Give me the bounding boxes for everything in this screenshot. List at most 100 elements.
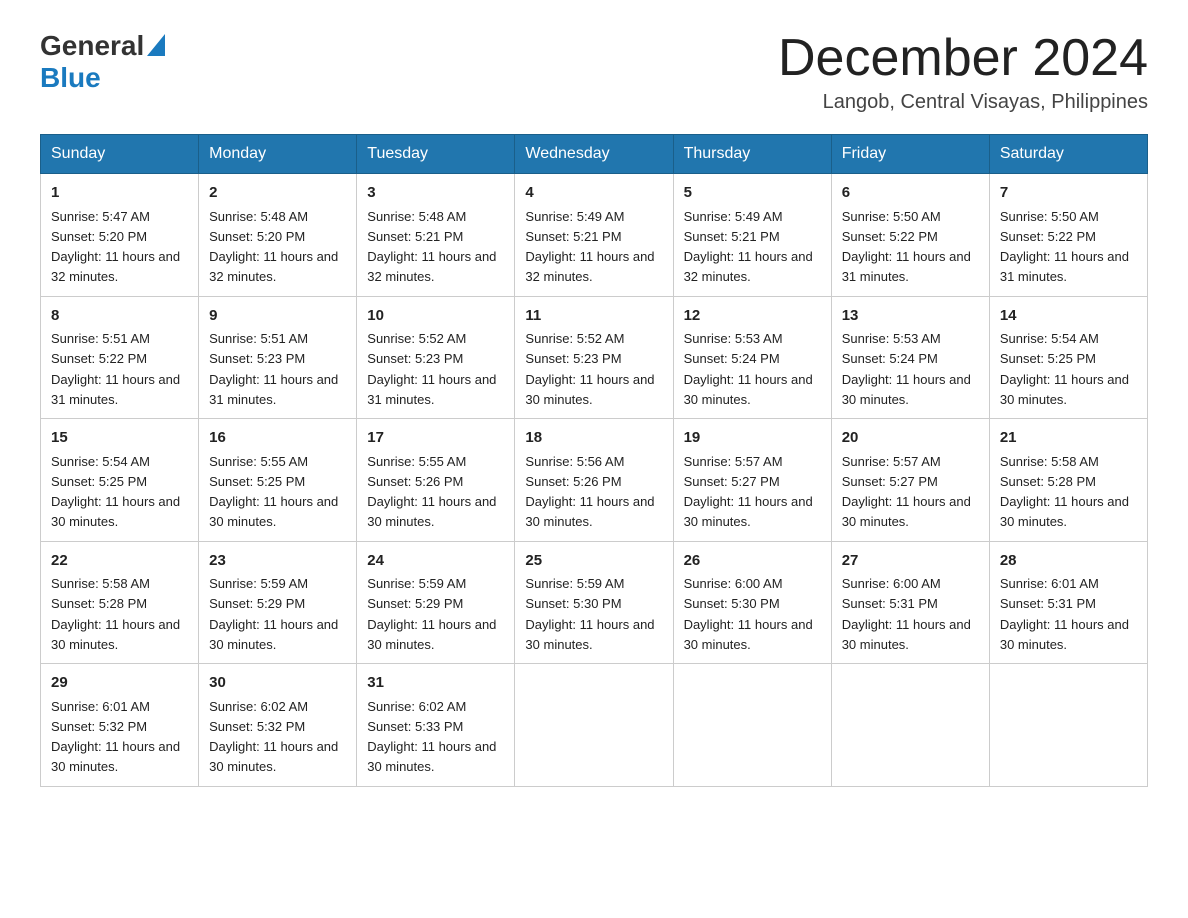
day-info: Sunrise: 5:54 AMSunset: 5:25 PMDaylight:… <box>51 454 180 530</box>
day-number: 14 <box>1000 305 1137 328</box>
calendar-week-row: 1 Sunrise: 5:47 AMSunset: 5:20 PMDayligh… <box>41 174 1148 297</box>
day-number: 17 <box>367 427 504 450</box>
day-number: 20 <box>842 427 979 450</box>
day-number: 25 <box>525 550 662 573</box>
calendar-cell: 21 Sunrise: 5:58 AMSunset: 5:28 PMDaylig… <box>989 419 1147 542</box>
day-number: 15 <box>51 427 188 450</box>
calendar-cell: 6 Sunrise: 5:50 AMSunset: 5:22 PMDayligh… <box>831 174 989 297</box>
day-info: Sunrise: 5:52 AMSunset: 5:23 PMDaylight:… <box>525 331 654 407</box>
day-number: 22 <box>51 550 188 573</box>
day-number: 9 <box>209 305 346 328</box>
calendar-header-row: SundayMondayTuesdayWednesdayThursdayFrid… <box>41 135 1148 174</box>
day-info: Sunrise: 5:56 AMSunset: 5:26 PMDaylight:… <box>525 454 654 530</box>
calendar-week-row: 29 Sunrise: 6:01 AMSunset: 5:32 PMDaylig… <box>41 664 1148 787</box>
location-title: Langob, Central Visayas, Philippines <box>778 91 1148 114</box>
calendar-cell: 30 Sunrise: 6:02 AMSunset: 5:32 PMDaylig… <box>199 664 357 787</box>
calendar-cell <box>989 664 1147 787</box>
day-number: 31 <box>367 672 504 695</box>
day-info: Sunrise: 5:49 AMSunset: 5:21 PMDaylight:… <box>525 209 654 285</box>
calendar-header-tuesday: Tuesday <box>357 135 515 174</box>
calendar-cell: 8 Sunrise: 5:51 AMSunset: 5:22 PMDayligh… <box>41 296 199 419</box>
day-info: Sunrise: 6:00 AMSunset: 5:31 PMDaylight:… <box>842 576 971 652</box>
day-number: 29 <box>51 672 188 695</box>
day-number: 28 <box>1000 550 1137 573</box>
day-info: Sunrise: 5:50 AMSunset: 5:22 PMDaylight:… <box>1000 209 1129 285</box>
logo-triangle-icon <box>147 34 165 56</box>
day-number: 23 <box>209 550 346 573</box>
day-info: Sunrise: 5:53 AMSunset: 5:24 PMDaylight:… <box>842 331 971 407</box>
day-info: Sunrise: 5:55 AMSunset: 5:25 PMDaylight:… <box>209 454 338 530</box>
calendar-cell: 12 Sunrise: 5:53 AMSunset: 5:24 PMDaylig… <box>673 296 831 419</box>
calendar-cell <box>515 664 673 787</box>
calendar-week-row: 22 Sunrise: 5:58 AMSunset: 5:28 PMDaylig… <box>41 541 1148 664</box>
calendar-cell: 20 Sunrise: 5:57 AMSunset: 5:27 PMDaylig… <box>831 419 989 542</box>
calendar-cell: 5 Sunrise: 5:49 AMSunset: 5:21 PMDayligh… <box>673 174 831 297</box>
calendar-cell: 7 Sunrise: 5:50 AMSunset: 5:22 PMDayligh… <box>989 174 1147 297</box>
day-info: Sunrise: 5:58 AMSunset: 5:28 PMDaylight:… <box>51 576 180 652</box>
day-info: Sunrise: 5:58 AMSunset: 5:28 PMDaylight:… <box>1000 454 1129 530</box>
calendar-cell: 22 Sunrise: 5:58 AMSunset: 5:28 PMDaylig… <box>41 541 199 664</box>
calendar-header-monday: Monday <box>199 135 357 174</box>
day-number: 10 <box>367 305 504 328</box>
calendar-cell: 13 Sunrise: 5:53 AMSunset: 5:24 PMDaylig… <box>831 296 989 419</box>
calendar-cell: 16 Sunrise: 5:55 AMSunset: 5:25 PMDaylig… <box>199 419 357 542</box>
calendar-week-row: 15 Sunrise: 5:54 AMSunset: 5:25 PMDaylig… <box>41 419 1148 542</box>
day-number: 3 <box>367 182 504 205</box>
day-info: Sunrise: 5:50 AMSunset: 5:22 PMDaylight:… <box>842 209 971 285</box>
calendar-cell: 24 Sunrise: 5:59 AMSunset: 5:29 PMDaylig… <box>357 541 515 664</box>
calendar-cell: 3 Sunrise: 5:48 AMSunset: 5:21 PMDayligh… <box>357 174 515 297</box>
day-number: 11 <box>525 305 662 328</box>
calendar-cell: 19 Sunrise: 5:57 AMSunset: 5:27 PMDaylig… <box>673 419 831 542</box>
calendar-table: SundayMondayTuesdayWednesdayThursdayFrid… <box>40 134 1148 787</box>
day-number: 16 <box>209 427 346 450</box>
calendar-cell: 17 Sunrise: 5:55 AMSunset: 5:26 PMDaylig… <box>357 419 515 542</box>
day-info: Sunrise: 6:02 AMSunset: 5:33 PMDaylight:… <box>367 699 496 775</box>
calendar-cell: 25 Sunrise: 5:59 AMSunset: 5:30 PMDaylig… <box>515 541 673 664</box>
day-number: 12 <box>684 305 821 328</box>
logo: General Blue <box>40 30 165 94</box>
calendar-week-row: 8 Sunrise: 5:51 AMSunset: 5:22 PMDayligh… <box>41 296 1148 419</box>
calendar-cell: 10 Sunrise: 5:52 AMSunset: 5:23 PMDaylig… <box>357 296 515 419</box>
day-number: 13 <box>842 305 979 328</box>
day-number: 4 <box>525 182 662 205</box>
day-number: 6 <box>842 182 979 205</box>
day-info: Sunrise: 5:51 AMSunset: 5:23 PMDaylight:… <box>209 331 338 407</box>
header-right: December 2024 Langob, Central Visayas, P… <box>778 30 1148 114</box>
calendar-cell: 2 Sunrise: 5:48 AMSunset: 5:20 PMDayligh… <box>199 174 357 297</box>
day-info: Sunrise: 5:52 AMSunset: 5:23 PMDaylight:… <box>367 331 496 407</box>
calendar-cell: 31 Sunrise: 6:02 AMSunset: 5:33 PMDaylig… <box>357 664 515 787</box>
day-info: Sunrise: 6:02 AMSunset: 5:32 PMDaylight:… <box>209 699 338 775</box>
day-number: 30 <box>209 672 346 695</box>
calendar-cell: 9 Sunrise: 5:51 AMSunset: 5:23 PMDayligh… <box>199 296 357 419</box>
day-info: Sunrise: 5:57 AMSunset: 5:27 PMDaylight:… <box>842 454 971 530</box>
day-info: Sunrise: 5:54 AMSunset: 5:25 PMDaylight:… <box>1000 331 1129 407</box>
calendar-cell: 27 Sunrise: 6:00 AMSunset: 5:31 PMDaylig… <box>831 541 989 664</box>
calendar-cell: 23 Sunrise: 5:59 AMSunset: 5:29 PMDaylig… <box>199 541 357 664</box>
logo-blue-text: Blue <box>40 62 101 94</box>
calendar-cell: 15 Sunrise: 5:54 AMSunset: 5:25 PMDaylig… <box>41 419 199 542</box>
day-info: Sunrise: 5:55 AMSunset: 5:26 PMDaylight:… <box>367 454 496 530</box>
calendar-cell: 26 Sunrise: 6:00 AMSunset: 5:30 PMDaylig… <box>673 541 831 664</box>
day-number: 8 <box>51 305 188 328</box>
day-info: Sunrise: 5:48 AMSunset: 5:21 PMDaylight:… <box>367 209 496 285</box>
calendar-header-wednesday: Wednesday <box>515 135 673 174</box>
day-info: Sunrise: 5:49 AMSunset: 5:21 PMDaylight:… <box>684 209 813 285</box>
day-info: Sunrise: 5:59 AMSunset: 5:29 PMDaylight:… <box>209 576 338 652</box>
day-number: 26 <box>684 550 821 573</box>
calendar-header-thursday: Thursday <box>673 135 831 174</box>
day-info: Sunrise: 5:47 AMSunset: 5:20 PMDaylight:… <box>51 209 180 285</box>
page-header: General Blue December 2024 Langob, Centr… <box>40 30 1148 114</box>
day-info: Sunrise: 6:01 AMSunset: 5:31 PMDaylight:… <box>1000 576 1129 652</box>
calendar-cell: 11 Sunrise: 5:52 AMSunset: 5:23 PMDaylig… <box>515 296 673 419</box>
calendar-cell <box>831 664 989 787</box>
calendar-cell: 14 Sunrise: 5:54 AMSunset: 5:25 PMDaylig… <box>989 296 1147 419</box>
day-number: 1 <box>51 182 188 205</box>
day-number: 27 <box>842 550 979 573</box>
day-info: Sunrise: 5:59 AMSunset: 5:29 PMDaylight:… <box>367 576 496 652</box>
day-info: Sunrise: 5:53 AMSunset: 5:24 PMDaylight:… <box>684 331 813 407</box>
month-title: December 2024 <box>778 30 1148 87</box>
logo-general-text: General <box>40 30 144 62</box>
calendar-header-friday: Friday <box>831 135 989 174</box>
day-number: 5 <box>684 182 821 205</box>
day-number: 24 <box>367 550 504 573</box>
